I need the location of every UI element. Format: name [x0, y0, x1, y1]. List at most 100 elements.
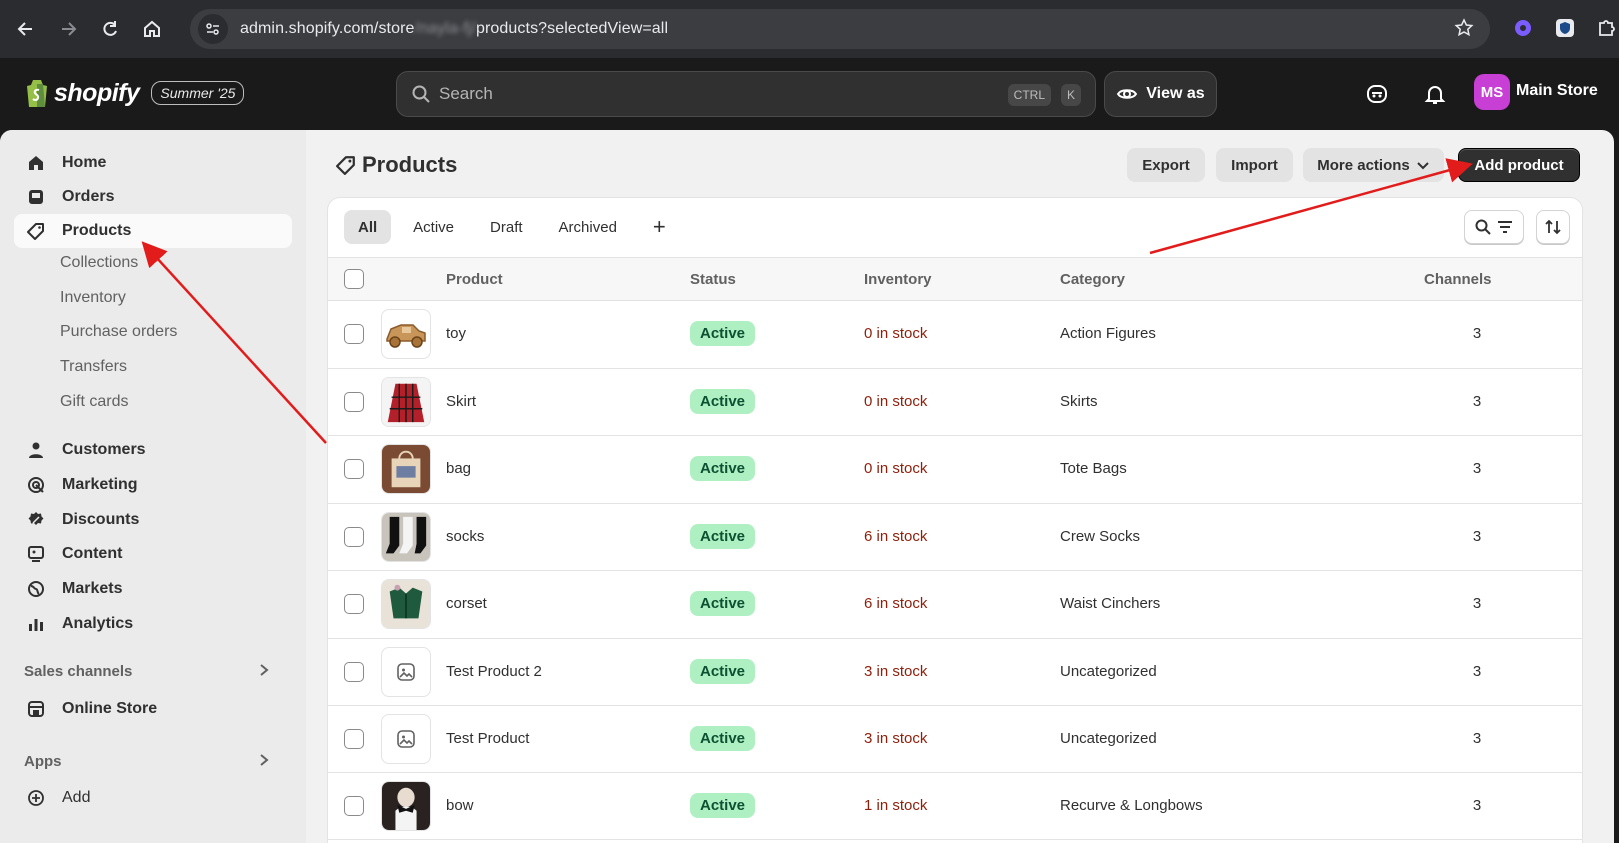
extension-gear-icon[interactable]: [1512, 17, 1534, 39]
product-thumbnail[interactable]: [381, 309, 431, 359]
view-as-button[interactable]: View as: [1104, 71, 1217, 117]
sidebar-subitem-purchase-orders[interactable]: Purchase orders: [60, 323, 177, 341]
address-bar[interactable]: admin.shopify.com/store/nayla-fj/product…: [190, 9, 1490, 49]
product-thumbnail[interactable]: [381, 444, 431, 494]
product-thumbnail[interactable]: [381, 646, 431, 697]
channel-count: 3: [1472, 796, 1482, 814]
sidebar-item-discounts[interactable]: Discounts: [14, 503, 292, 537]
column-header-status[interactable]: Status: [690, 271, 736, 288]
table-row[interactable]: toy Active 0 in stock Action Figures 3: [328, 301, 1582, 369]
product-name[interactable]: bag: [446, 460, 471, 477]
products-table: Product Status Inventory Category Channe…: [328, 257, 1582, 840]
sidebar-item-markets[interactable]: Markets: [14, 572, 292, 606]
edition-badge[interactable]: Summer '25: [151, 81, 245, 105]
sidebar-subitem-inventory[interactable]: Inventory: [60, 289, 126, 307]
sidebar-item-products[interactable]: Products: [14, 214, 292, 248]
sidebar-subitem-transfers[interactable]: Transfers: [60, 358, 127, 376]
row-checkbox[interactable]: [344, 594, 364, 614]
sidebar-item-content[interactable]: Content: [14, 537, 292, 571]
store-name[interactable]: Main Store: [1516, 82, 1598, 100]
product-name[interactable]: Test Product: [446, 730, 529, 747]
sidebar-item-home[interactable]: Home: [14, 146, 292, 180]
tab-draft[interactable]: Draft: [476, 210, 537, 244]
avatar[interactable]: MS: [1474, 74, 1510, 110]
table-row[interactable]: socks Active 6 in stock Crew Socks 3: [328, 504, 1582, 571]
product-name[interactable]: socks: [446, 528, 484, 545]
tab-archived[interactable]: Archived: [545, 210, 631, 244]
sidebar-subitem-gift-cards[interactable]: Gift cards: [60, 393, 128, 411]
select-all-checkbox[interactable]: [344, 269, 364, 289]
product-thumbnail[interactable]: [381, 376, 431, 427]
tab-active[interactable]: Active: [399, 210, 468, 244]
sort-button[interactable]: [1536, 210, 1570, 244]
product-thumbnail[interactable]: [381, 713, 431, 764]
row-checkbox[interactable]: [344, 526, 364, 547]
product-name[interactable]: Skirt: [446, 393, 476, 410]
import-button[interactable]: Import: [1216, 148, 1293, 182]
search-input[interactable]: Search CTRL K: [396, 71, 1096, 117]
sidebar-item-label: Analytics: [62, 615, 134, 632]
reload-icon[interactable]: [94, 13, 126, 45]
status-badge: Active: [690, 658, 756, 684]
notification-bell-icon[interactable]: [1423, 82, 1447, 106]
product-thumbnail[interactable]: [381, 579, 431, 629]
inventory-count: 6 in stock: [864, 595, 928, 612]
forward-icon[interactable]: [52, 13, 84, 45]
more-actions-button[interactable]: More actions: [1303, 148, 1444, 182]
row-checkbox[interactable]: [344, 661, 364, 682]
back-icon[interactable]: [10, 13, 42, 45]
product-thumbnail[interactable]: [381, 780, 431, 831]
admin-topbar: shopify Summer '25 Search CTRL K View as…: [0, 58, 1619, 130]
site-settings-icon[interactable]: [198, 14, 228, 44]
row-checkbox[interactable]: [344, 324, 364, 344]
product-name[interactable]: corset: [446, 595, 487, 612]
chevron-right-icon[interactable]: [258, 663, 270, 682]
plus-circle-icon: [26, 788, 46, 808]
table-row[interactable]: bag Active 0 in stock Tote Bags 3: [328, 436, 1582, 504]
sidebar-item-analytics[interactable]: Analytics: [14, 607, 292, 641]
column-header-category[interactable]: Category: [1060, 271, 1125, 288]
row-checkbox[interactable]: [344, 459, 364, 479]
column-header-product[interactable]: Product: [446, 271, 503, 288]
sidebar-item-online-store[interactable]: Online Store: [14, 692, 292, 726]
tab-all[interactable]: All: [344, 210, 392, 244]
search-filter-button[interactable]: [1464, 210, 1524, 244]
product-thumbnail[interactable]: [381, 511, 431, 562]
channel-count: 3: [1472, 729, 1482, 747]
table-row[interactable]: Test Product 2 Active 3 in stock Uncateg…: [328, 639, 1582, 706]
sidebar-item-customers[interactable]: Customers: [14, 433, 292, 467]
sidekick-icon[interactable]: [1365, 82, 1389, 106]
product-name[interactable]: toy: [446, 325, 466, 342]
apps-heading[interactable]: Apps: [24, 753, 62, 770]
view-as-label: View as: [1146, 85, 1205, 102]
sidebar-item-orders[interactable]: Orders: [14, 180, 292, 214]
product-name[interactable]: bow: [446, 797, 474, 814]
channel-count: 3: [1472, 392, 1482, 410]
extension-puzzle-icon[interactable]: [1596, 17, 1618, 39]
shopify-logo[interactable]: shopify Summer '25: [24, 78, 245, 108]
product-name[interactable]: Test Product 2: [446, 663, 542, 680]
sidebar-subitem-collections[interactable]: Collections: [60, 254, 138, 272]
table-row[interactable]: corset Active 6 in stock Waist Cinchers …: [328, 571, 1582, 639]
column-header-channels[interactable]: Channels: [1424, 271, 1492, 288]
home-page-icon[interactable]: [136, 13, 168, 45]
product-category: Action Figures: [1060, 325, 1156, 342]
add-product-button[interactable]: Add product: [1458, 148, 1580, 182]
sidebar-item-add-app[interactable]: Add: [14, 781, 292, 815]
table-row[interactable]: bow Active 1 in stock Recurve & Longbows…: [328, 773, 1582, 840]
add-view-plus-icon[interactable]: +: [639, 210, 680, 244]
row-checkbox[interactable]: [344, 728, 364, 749]
bookmark-star-icon[interactable]: [1454, 18, 1474, 43]
globe-icon: [26, 579, 46, 599]
chevron-right-icon[interactable]: [258, 753, 270, 772]
sidebar-item-marketing[interactable]: Marketing: [14, 468, 292, 502]
extension-shield-icon[interactable]: [1554, 17, 1576, 39]
export-button[interactable]: Export: [1127, 148, 1205, 182]
table-row[interactable]: Skirt Active 0 in stock Skirts 3: [328, 369, 1582, 436]
column-header-inventory[interactable]: Inventory: [864, 271, 932, 288]
table-row[interactable]: Test Product Active 3 in stock Uncategor…: [328, 706, 1582, 773]
sales-channels-heading[interactable]: Sales channels: [24, 663, 132, 680]
row-checkbox[interactable]: [344, 795, 364, 816]
row-checkbox[interactable]: [344, 391, 364, 412]
product-category: Waist Cinchers: [1060, 595, 1161, 612]
